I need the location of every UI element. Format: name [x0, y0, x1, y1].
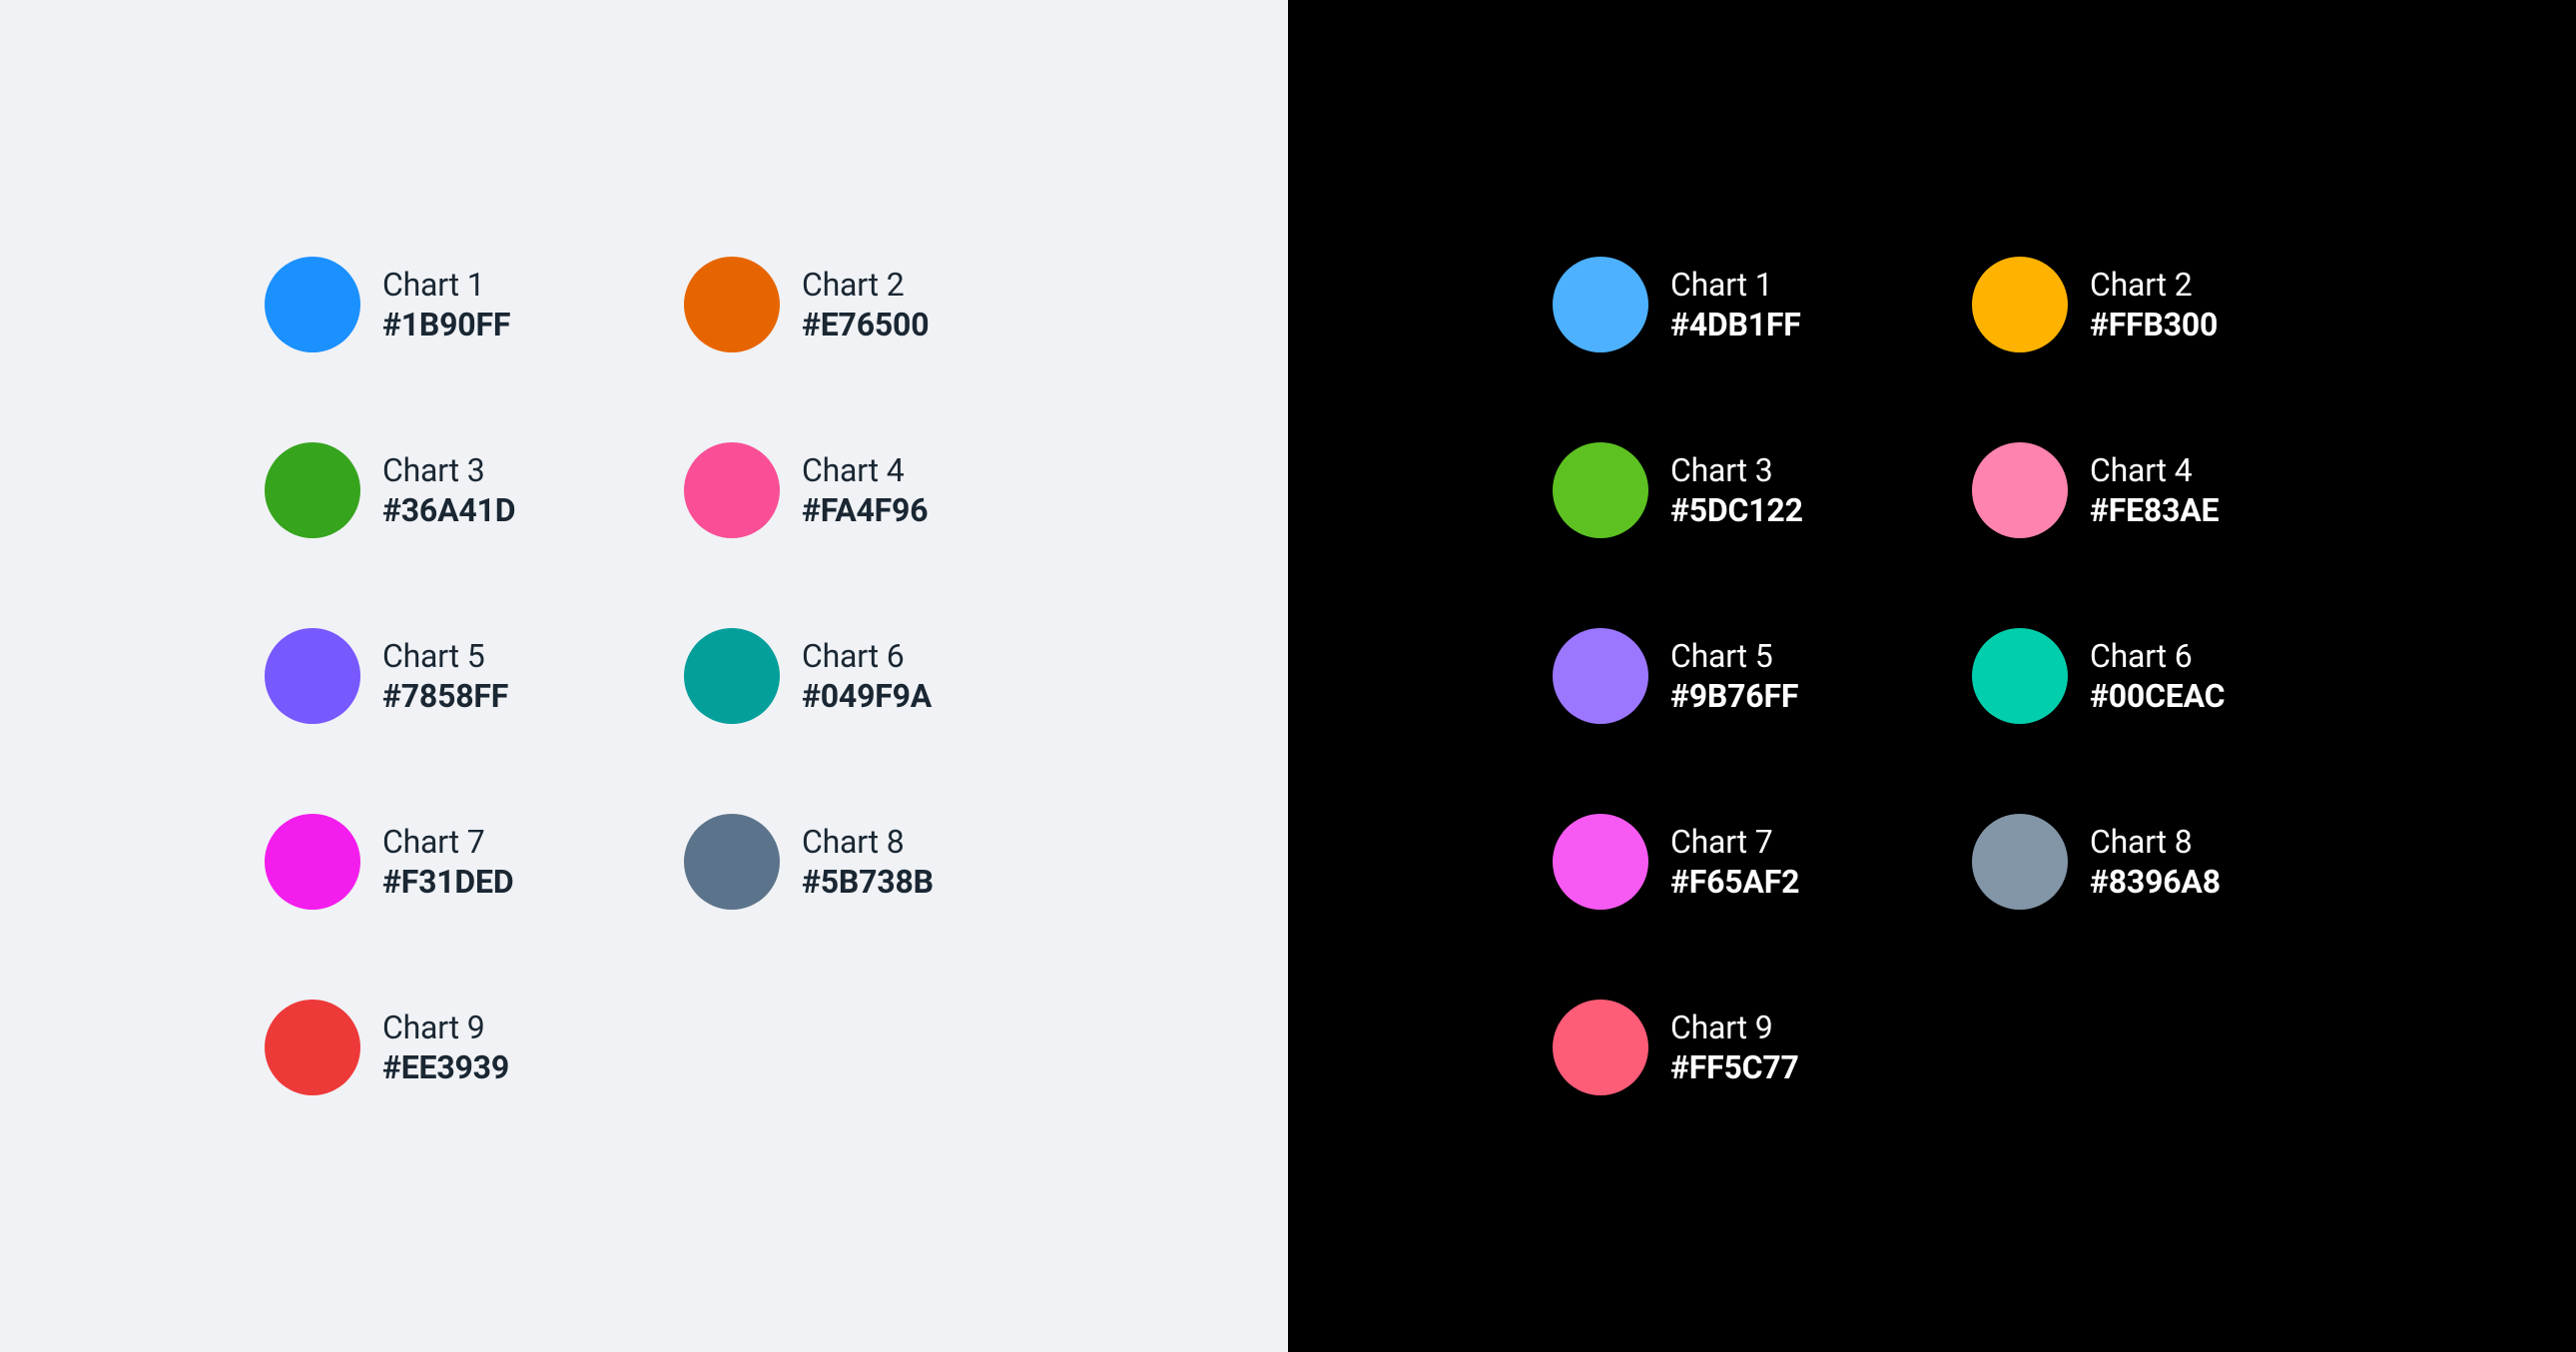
swatch-meta: Chart 6 #049F9A — [802, 637, 932, 715]
swatch-meta: Chart 9 #FF5C77 — [1670, 1009, 1799, 1086]
swatch-hex: #8396A8 — [2090, 863, 2221, 901]
dark-panel: Chart 1 #4DB1FF Chart 2 #FFB300 Chart 3 … — [1288, 0, 2576, 1352]
swatch-item: Chart 9 #FF5C77 — [1553, 1000, 1892, 1095]
swatch-hex: #FFB300 — [2090, 306, 2218, 343]
swatch-hex: #FA4F96 — [802, 491, 928, 529]
swatch-label: Chart 9 — [1670, 1009, 1799, 1046]
swatch-item: Chart 1 #1B90FF — [265, 257, 604, 352]
swatch-label: Chart 9 — [382, 1009, 509, 1046]
swatch-meta: Chart 3 #5DC122 — [1670, 451, 1803, 529]
swatch-meta: Chart 6 #00CEAC — [2090, 637, 2225, 715]
swatch-hex: #F65AF2 — [1670, 863, 1799, 901]
swatch-label: Chart 7 — [382, 823, 513, 861]
swatch-meta: Chart 2 #E76500 — [802, 266, 929, 343]
swatch-item: Chart 3 #36A41D — [265, 442, 604, 538]
swatch-item: Chart 3 #5DC122 — [1553, 442, 1892, 538]
light-swatch-grid: Chart 1 #1B90FF Chart 2 #E76500 Chart 3 … — [265, 257, 1023, 1095]
color-circle — [1972, 257, 2068, 352]
color-circle — [265, 257, 360, 352]
swatch-label: Chart 3 — [382, 451, 515, 489]
swatch-item: Chart 2 #FFB300 — [1972, 257, 2311, 352]
swatch-hex: #F31DED — [382, 863, 513, 901]
swatch-label: Chart 4 — [2090, 451, 2219, 489]
swatch-meta: Chart 4 #FE83AE — [2090, 451, 2219, 529]
swatch-hex: #FF5C77 — [1670, 1048, 1799, 1086]
swatch-item: Chart 8 #8396A8 — [1972, 814, 2311, 910]
color-circle — [265, 442, 360, 538]
color-circle — [1972, 814, 2068, 910]
swatch-label: Chart 3 — [1670, 451, 1803, 489]
swatch-hex: #7858FF — [382, 677, 508, 715]
color-circle — [1972, 442, 2068, 538]
swatch-label: Chart 7 — [1670, 823, 1799, 861]
color-circle — [684, 628, 780, 724]
swatch-label: Chart 5 — [1670, 637, 1798, 675]
swatch-hex: #5DC122 — [1670, 491, 1803, 529]
color-circle — [1553, 814, 1648, 910]
swatch-label: Chart 4 — [802, 451, 928, 489]
color-circle — [1553, 257, 1648, 352]
dark-swatch-grid: Chart 1 #4DB1FF Chart 2 #FFB300 Chart 3 … — [1553, 257, 2311, 1095]
swatch-hex: #36A41D — [382, 491, 515, 529]
swatch-hex: #00CEAC — [2090, 677, 2225, 715]
swatch-hex: #FE83AE — [2090, 491, 2219, 529]
swatch-label: Chart 8 — [2090, 823, 2221, 861]
swatch-label: Chart 8 — [802, 823, 934, 861]
swatch-item: Chart 4 #FE83AE — [1972, 442, 2311, 538]
swatch-label: Chart 1 — [382, 266, 510, 304]
swatch-hex: #E76500 — [802, 306, 929, 343]
swatch-item: Chart 9 #EE3939 — [265, 1000, 604, 1095]
swatch-item: Chart 8 #5B738B — [684, 814, 1023, 910]
swatch-meta: Chart 5 #7858FF — [382, 637, 508, 715]
swatch-item: Chart 7 #F31DED — [265, 814, 604, 910]
swatch-item: Chart 7 #F65AF2 — [1553, 814, 1892, 910]
swatch-meta: Chart 7 #F65AF2 — [1670, 823, 1799, 901]
color-circle — [1553, 628, 1648, 724]
swatch-item: Chart 1 #4DB1FF — [1553, 257, 1892, 352]
color-circle — [684, 814, 780, 910]
swatch-hex: #1B90FF — [382, 306, 510, 343]
swatch-hex: #4DB1FF — [1670, 306, 1801, 343]
swatch-label: Chart 6 — [802, 637, 932, 675]
swatch-meta: Chart 7 #F31DED — [382, 823, 513, 901]
swatch-meta: Chart 1 #1B90FF — [382, 266, 510, 343]
swatch-hex: #5B738B — [802, 863, 934, 901]
swatch-hex: #EE3939 — [382, 1048, 509, 1086]
swatch-item: Chart 4 #FA4F96 — [684, 442, 1023, 538]
swatch-meta: Chart 5 #9B76FF — [1670, 637, 1798, 715]
swatch-meta: Chart 8 #8396A8 — [2090, 823, 2221, 901]
color-circle — [1553, 1000, 1648, 1095]
swatch-meta: Chart 4 #FA4F96 — [802, 451, 928, 529]
swatch-label: Chart 2 — [802, 266, 929, 304]
color-circle — [1972, 628, 2068, 724]
light-panel: Chart 1 #1B90FF Chart 2 #E76500 Chart 3 … — [0, 0, 1288, 1352]
swatch-item: Chart 6 #00CEAC — [1972, 628, 2311, 724]
swatch-item: Chart 2 #E76500 — [684, 257, 1023, 352]
color-circle — [265, 1000, 360, 1095]
swatch-label: Chart 5 — [382, 637, 508, 675]
color-circle — [684, 257, 780, 352]
swatch-meta: Chart 1 #4DB1FF — [1670, 266, 1801, 343]
color-circle — [1553, 442, 1648, 538]
swatch-item: Chart 5 #9B76FF — [1553, 628, 1892, 724]
swatch-meta: Chart 2 #FFB300 — [2090, 266, 2218, 343]
swatch-label: Chart 1 — [1670, 266, 1801, 304]
swatch-hex: #049F9A — [802, 677, 932, 715]
swatch-item: Chart 5 #7858FF — [265, 628, 604, 724]
swatch-label: Chart 6 — [2090, 637, 2225, 675]
color-circle — [265, 814, 360, 910]
swatch-meta: Chart 9 #EE3939 — [382, 1009, 509, 1086]
swatch-meta: Chart 8 #5B738B — [802, 823, 934, 901]
swatch-hex: #9B76FF — [1670, 677, 1798, 715]
swatch-item: Chart 6 #049F9A — [684, 628, 1023, 724]
swatch-label: Chart 2 — [2090, 266, 2218, 304]
color-circle — [684, 442, 780, 538]
color-circle — [265, 628, 360, 724]
swatch-meta: Chart 3 #36A41D — [382, 451, 515, 529]
